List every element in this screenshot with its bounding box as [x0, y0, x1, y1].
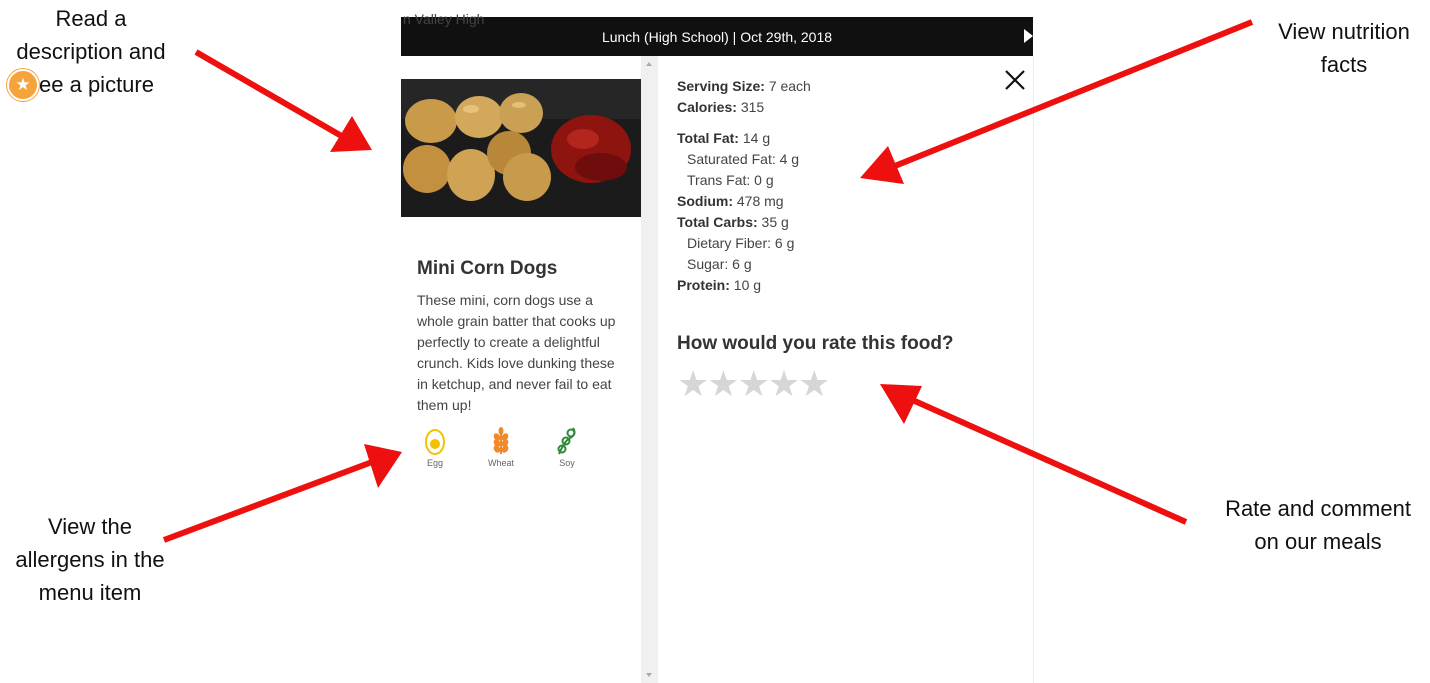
nutrition-pane: Serving Size: 7 each Calories: 315 Total… [658, 56, 1034, 683]
callout-nutrition: View nutrition facts [1278, 19, 1410, 77]
sugar-row: Sugar: 6 g [687, 256, 752, 272]
allergen-wheat: Wheat [479, 426, 523, 468]
sodium-row: Sodium: 478 mg [677, 193, 784, 209]
calories-row: Calories: 315 [677, 99, 765, 115]
arrow-to-allergens [162, 459, 374, 543]
saturated-fat-row: Saturated Fat: 4 g [687, 151, 800, 167]
dietary-fiber-row: Dietary Fiber: 6 g [687, 235, 795, 251]
rating-star-icon-4[interactable]: ★ [768, 363, 800, 404]
serving-size-row: Serving Size: 7 each [677, 78, 811, 94]
allergen-label: Egg [426, 458, 443, 468]
favorite-star-icon[interactable]: ★ [7, 69, 39, 101]
wheat-icon [493, 427, 509, 454]
trans-fat-row: Trans Fat: 0 g [687, 172, 774, 188]
item-description: These mini, corn dogs use a whole grain … [417, 292, 616, 413]
school-name-ghost: n Valley High [403, 11, 485, 27]
soy-icon [557, 427, 576, 455]
callout-allergens: View the allergens in the menu item [15, 514, 165, 605]
protein-row: Protein: 10 g [677, 277, 762, 293]
rating-star-icon-3[interactable]: ★ [738, 363, 770, 404]
star-rating[interactable]: ★★★★★ [677, 363, 830, 405]
next-arrow-icon[interactable] [1024, 29, 1033, 43]
scroll-up-icon[interactable] [646, 62, 652, 66]
allergen-label: Soy [559, 458, 575, 468]
menu-header-bar: n Valley High Lunch (High School) | Oct … [401, 11, 1033, 56]
total-fat-row: Total Fat: 14 g [677, 130, 771, 146]
rating-question: How would you rate this food? [677, 333, 954, 354]
allergen-egg: Egg [413, 426, 457, 468]
rating-star-icon-2[interactable]: ★ [707, 363, 739, 404]
close-icon[interactable] [1003, 68, 1027, 92]
rating-star-icon-5[interactable]: ★ [798, 363, 830, 404]
scrollbar[interactable] [641, 56, 658, 683]
scroll-down-icon[interactable] [646, 673, 652, 677]
allergen-soy: Soy [545, 426, 589, 468]
rating-star-icon-1[interactable]: ★ [677, 363, 709, 404]
menu-title: Lunch (High School) | Oct 29th, 2018 [601, 29, 833, 45]
item-name: Mini Corn Dogs [417, 258, 558, 279]
allergen-label: Wheat [487, 458, 514, 468]
food-photo [401, 79, 641, 217]
egg-icon [425, 429, 445, 455]
item-detail-pane: Mini Corn Dogs These mini, corn dogs use… [401, 56, 641, 683]
total-carbs-row: Total Carbs: 35 g [677, 214, 789, 230]
nutrition-facts: Serving Size: 7 each Calories: 315 Total… [677, 76, 811, 296]
callout-rate: Rate and comment on our meals [1225, 496, 1411, 554]
arrow-to-picture [194, 49, 347, 141]
